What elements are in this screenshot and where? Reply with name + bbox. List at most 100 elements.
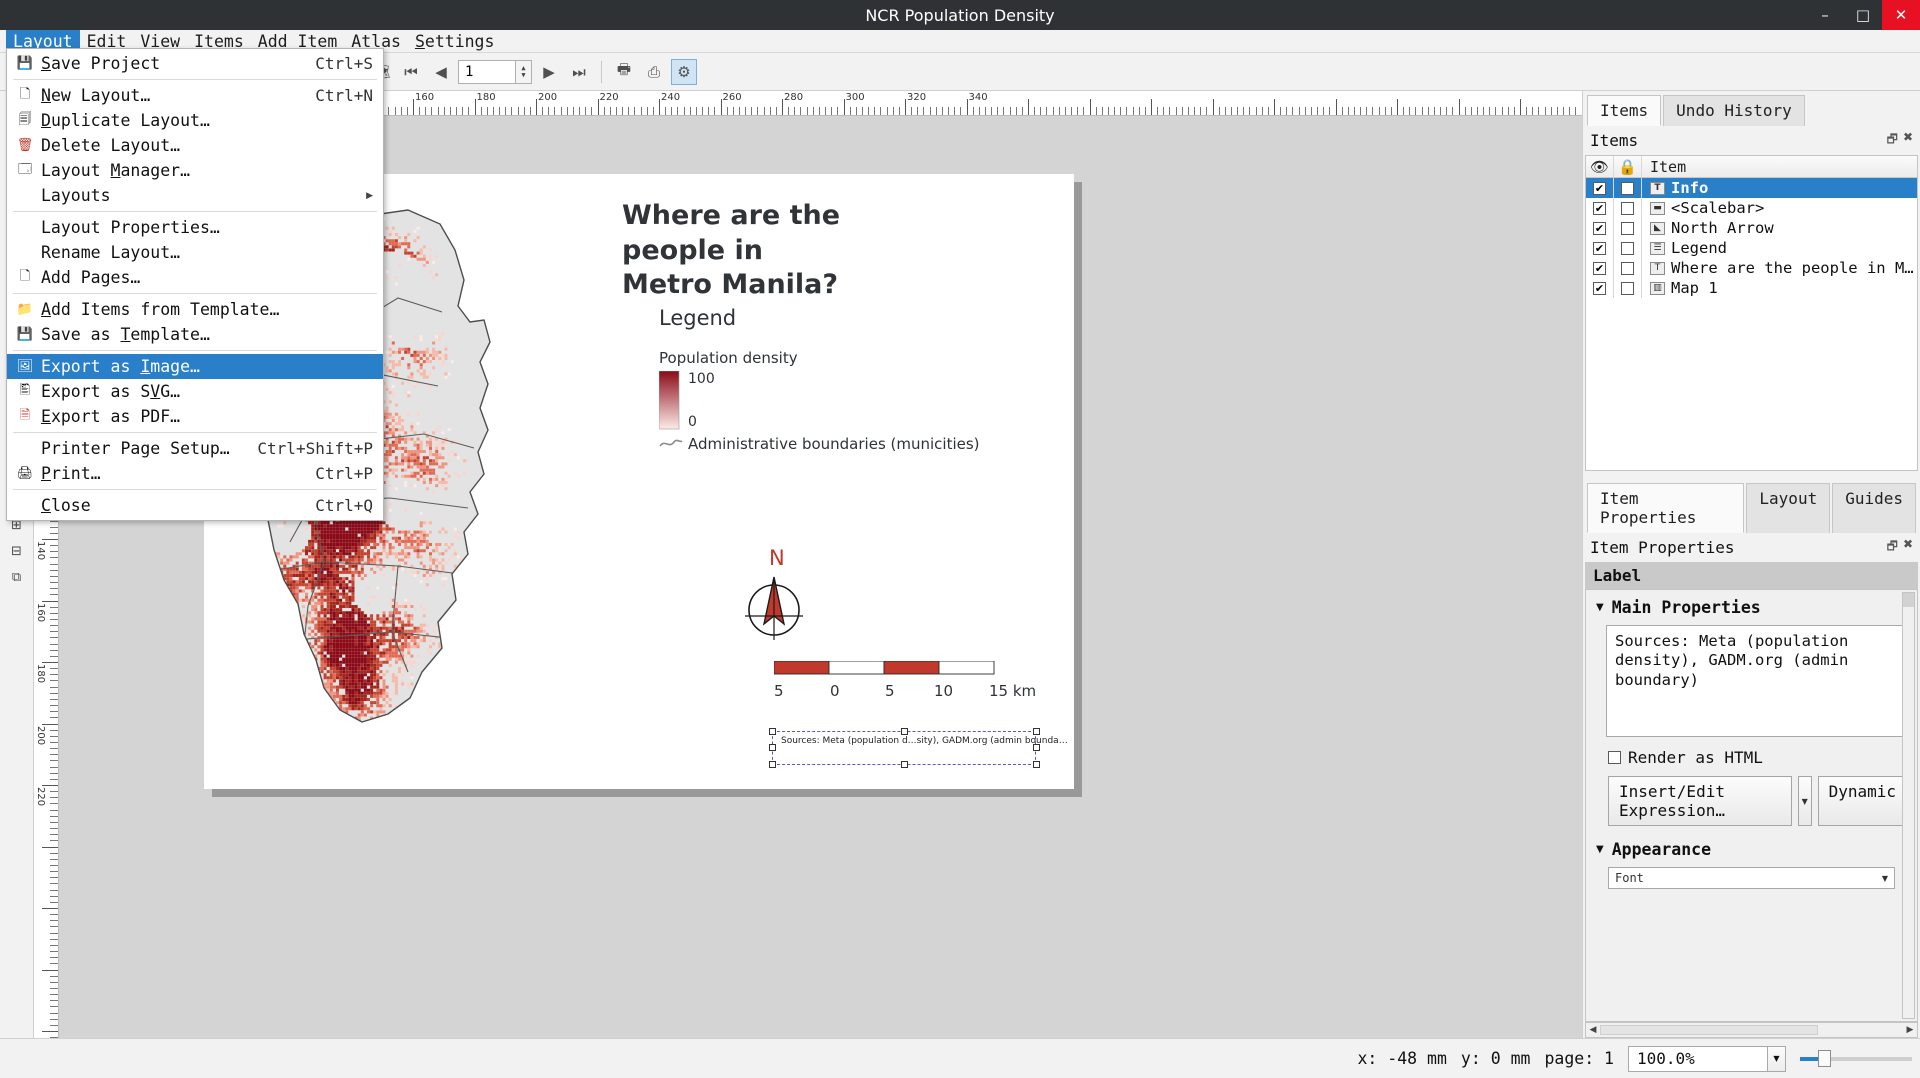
lock-checkbox-info[interactable]: [1621, 182, 1634, 195]
float-properties-icon[interactable]: 🗗: [1887, 537, 1898, 558]
atlas-page-input[interactable]: 1: [458, 60, 516, 84]
menu-item-rename-layout[interactable]: Rename Layout…: [7, 240, 383, 265]
selection-handle-bl[interactable]: [769, 761, 776, 768]
map-title[interactable]: Where are the people in Metro Manila?: [622, 199, 952, 303]
items-row-info[interactable]: ✔ T Info: [1586, 178, 1917, 198]
zoom-slider-knob[interactable]: [1818, 1050, 1831, 1067]
info-label-item[interactable]: Sources: Meta (population d…sity), GADM.…: [772, 731, 1036, 765]
collapse-triangle-icon[interactable]: ▼: [1596, 602, 1604, 613]
menu-item-save-as-template[interactable]: 💾 Save as Template…: [7, 322, 383, 347]
visibility-checkbox-map-1[interactable]: ✔: [1593, 282, 1606, 295]
selection-handle-br[interactable]: [1033, 761, 1040, 768]
visibility-checkbox-info[interactable]: ✔: [1593, 182, 1606, 195]
atlas-settings-icon[interactable]: ⚙: [671, 59, 697, 85]
lock-checkbox-north-arrow[interactable]: [1621, 222, 1634, 235]
float-panel-icon[interactable]: 🗗: [1887, 130, 1898, 151]
menu-item-duplicate-layout[interactable]: 🗐 Duplicate Layout…: [7, 108, 383, 133]
menu-item-close[interactable]: Close Ctrl+Q: [7, 493, 383, 518]
zoom-dropdown-arrow-icon[interactable]: ▼: [1768, 1046, 1786, 1072]
hscroll-thumb[interactable]: [1600, 1025, 1818, 1035]
properties-vertical-scrollbar[interactable]: [1902, 592, 1915, 1019]
north-arrow-icon[interactable]: [739, 572, 809, 642]
close-properties-icon[interactable]: ✖: [1903, 537, 1913, 558]
items-row-map-1[interactable]: ✔ ▥ Map 1: [1586, 278, 1917, 298]
lock-checkbox-map-1[interactable]: [1621, 282, 1634, 295]
menu-item-export-as-pdf[interactable]: 🗎 Export as PDF…: [7, 404, 383, 429]
font-dropdown-arrow-icon[interactable]: ▼: [1882, 874, 1888, 883]
menu-item-printer-page-setup[interactable]: Printer Page Setup… Ctrl+Shift+P: [7, 436, 383, 461]
items-tree[interactable]: 👁 🔒 Item ✔ T Info ✔ ▬ <Scalebar>: [1585, 155, 1918, 471]
expression-dropdown-arrow-icon[interactable]: ▼: [1798, 776, 1812, 826]
menu-settings[interactable]: Settings: [408, 30, 501, 53]
selection-handle-tl[interactable]: [769, 728, 776, 735]
scalebar-graphic[interactable]: [774, 661, 1004, 677]
shortcut-print: Ctrl+P: [295, 464, 373, 483]
minimize-button[interactable]: –: [1806, 0, 1844, 30]
hscroll-left-arrow-icon[interactable]: ◀: [1586, 1025, 1600, 1035]
close-window-button[interactable]: ✕: [1882, 0, 1920, 30]
atlas-print-icon[interactable]: 🖶: [611, 59, 637, 85]
menu-item-add-items-from-template[interactable]: 📁 Add Items from Template…: [7, 297, 383, 322]
dynamic-button[interactable]: Dynamic: [1818, 776, 1907, 826]
tab-item-properties[interactable]: Item Properties: [1587, 483, 1744, 533]
menu-item-new-layout[interactable]: 🗋 New Layout… Ctrl+N: [7, 83, 383, 108]
hscroll-right-arrow-icon[interactable]: ▶: [1903, 1025, 1917, 1035]
menu-item-export-as-svg[interactable]: 🖺 Export as SVG…: [7, 379, 383, 404]
close-panel-icon[interactable]: ✖: [1903, 130, 1913, 151]
ungroup-items-tool-icon[interactable]: ⊟: [4, 539, 30, 563]
atlas-export-icon[interactable]: ⎙: [641, 59, 667, 85]
visibility-checkbox-scalebar[interactable]: ✔: [1593, 202, 1606, 215]
selection-handle-ml[interactable]: [769, 744, 776, 751]
visibility-checkbox-legend[interactable]: ✔: [1593, 242, 1606, 255]
tab-undo-history[interactable]: Undo History: [1663, 95, 1805, 126]
menu-item-export-as-image[interactable]: 🖼 Export as Image…: [7, 354, 383, 379]
items-row-north-arrow[interactable]: ✔ ◣ North Arrow: [1586, 218, 1917, 238]
visibility-checkbox-north-arrow[interactable]: ✔: [1593, 222, 1606, 235]
atlas-next-icon[interactable]: ▶: [536, 59, 562, 85]
render-as-html-row[interactable]: Render as HTML: [1608, 748, 1907, 767]
menu-item-layout-manager[interactable]: 🗔 Layout Manager…: [7, 158, 383, 183]
window-title: NCR Population Density: [865, 6, 1054, 25]
align-items-tool-icon[interactable]: ⧉: [4, 565, 30, 589]
zoom-slider[interactable]: [1800, 1046, 1912, 1072]
atlas-prev-icon[interactable]: ◀: [428, 59, 454, 85]
label-text-input[interactable]: Sources: Meta (population density), GADM…: [1606, 625, 1903, 737]
atlas-last-icon[interactable]: ⏭: [566, 59, 592, 85]
font-selector[interactable]: Font ▼: [1608, 867, 1895, 889]
selection-handle-bc[interactable]: [901, 761, 908, 768]
legend-subtitle: Population density: [659, 349, 798, 367]
legend-heading: Legend: [659, 306, 736, 330]
appearance-group[interactable]: ▼ Appearance: [1596, 840, 1907, 859]
atlas-page-stepper[interactable]: ▲▼: [516, 60, 532, 84]
items-row-legend[interactable]: ✔ ☰ Legend: [1586, 238, 1917, 258]
menu-item-layouts[interactable]: Layouts ▶: [7, 183, 383, 208]
tab-guides[interactable]: Guides: [1832, 483, 1916, 533]
menu-item-print[interactable]: 🖨 Print… Ctrl+P: [7, 461, 383, 486]
ruler-h-label: 160: [415, 92, 434, 103]
appearance-triangle-icon[interactable]: ▼: [1596, 844, 1604, 855]
render-as-html-checkbox[interactable]: [1608, 751, 1621, 764]
menu-item-delete-layout[interactable]: 🗑 Delete Layout…: [7, 133, 383, 158]
atlas-first-icon[interactable]: ⏮: [398, 59, 424, 85]
selection-handle-mr[interactable]: [1033, 744, 1040, 751]
lock-checkbox-legend[interactable]: [1621, 242, 1634, 255]
lock-checkbox-title-label[interactable]: [1621, 262, 1634, 275]
lock-checkbox-scalebar[interactable]: [1621, 202, 1634, 215]
properties-horizontal-scrollbar[interactable]: ◀ ▶: [1585, 1022, 1918, 1038]
zoom-level-input[interactable]: 100.0%: [1628, 1046, 1768, 1072]
items-row-title-label[interactable]: ✔ T Where are the people in M…: [1586, 258, 1917, 278]
selection-handle-tr[interactable]: [1033, 728, 1040, 735]
main-properties-group[interactable]: ▼ Main Properties: [1596, 598, 1907, 617]
tab-layout[interactable]: Layout: [1746, 483, 1830, 533]
tab-items[interactable]: Items: [1587, 95, 1661, 126]
insert-edit-expression-button[interactable]: Insert/Edit Expression…: [1608, 776, 1792, 826]
visibility-checkbox-title-label[interactable]: ✔: [1593, 262, 1606, 275]
menu-item-add-pages[interactable]: 🗋 Add Pages…: [7, 265, 383, 290]
selection-handle-tc[interactable]: [901, 728, 908, 735]
menu-item-save-project[interactable]: 💾 Save Project Ctrl+S: [7, 51, 383, 76]
properties-scroll-thumb[interactable]: [1903, 593, 1914, 607]
items-row-scalebar[interactable]: ✔ ▬ <Scalebar>: [1586, 198, 1917, 218]
maximize-button[interactable]: □: [1844, 0, 1882, 30]
menu-item-layout-properties[interactable]: Layout Properties…: [7, 215, 383, 240]
layout-dropdown-menu[interactable]: 💾 Save Project Ctrl+S 🗋 New Layout… Ctrl…: [6, 48, 384, 521]
